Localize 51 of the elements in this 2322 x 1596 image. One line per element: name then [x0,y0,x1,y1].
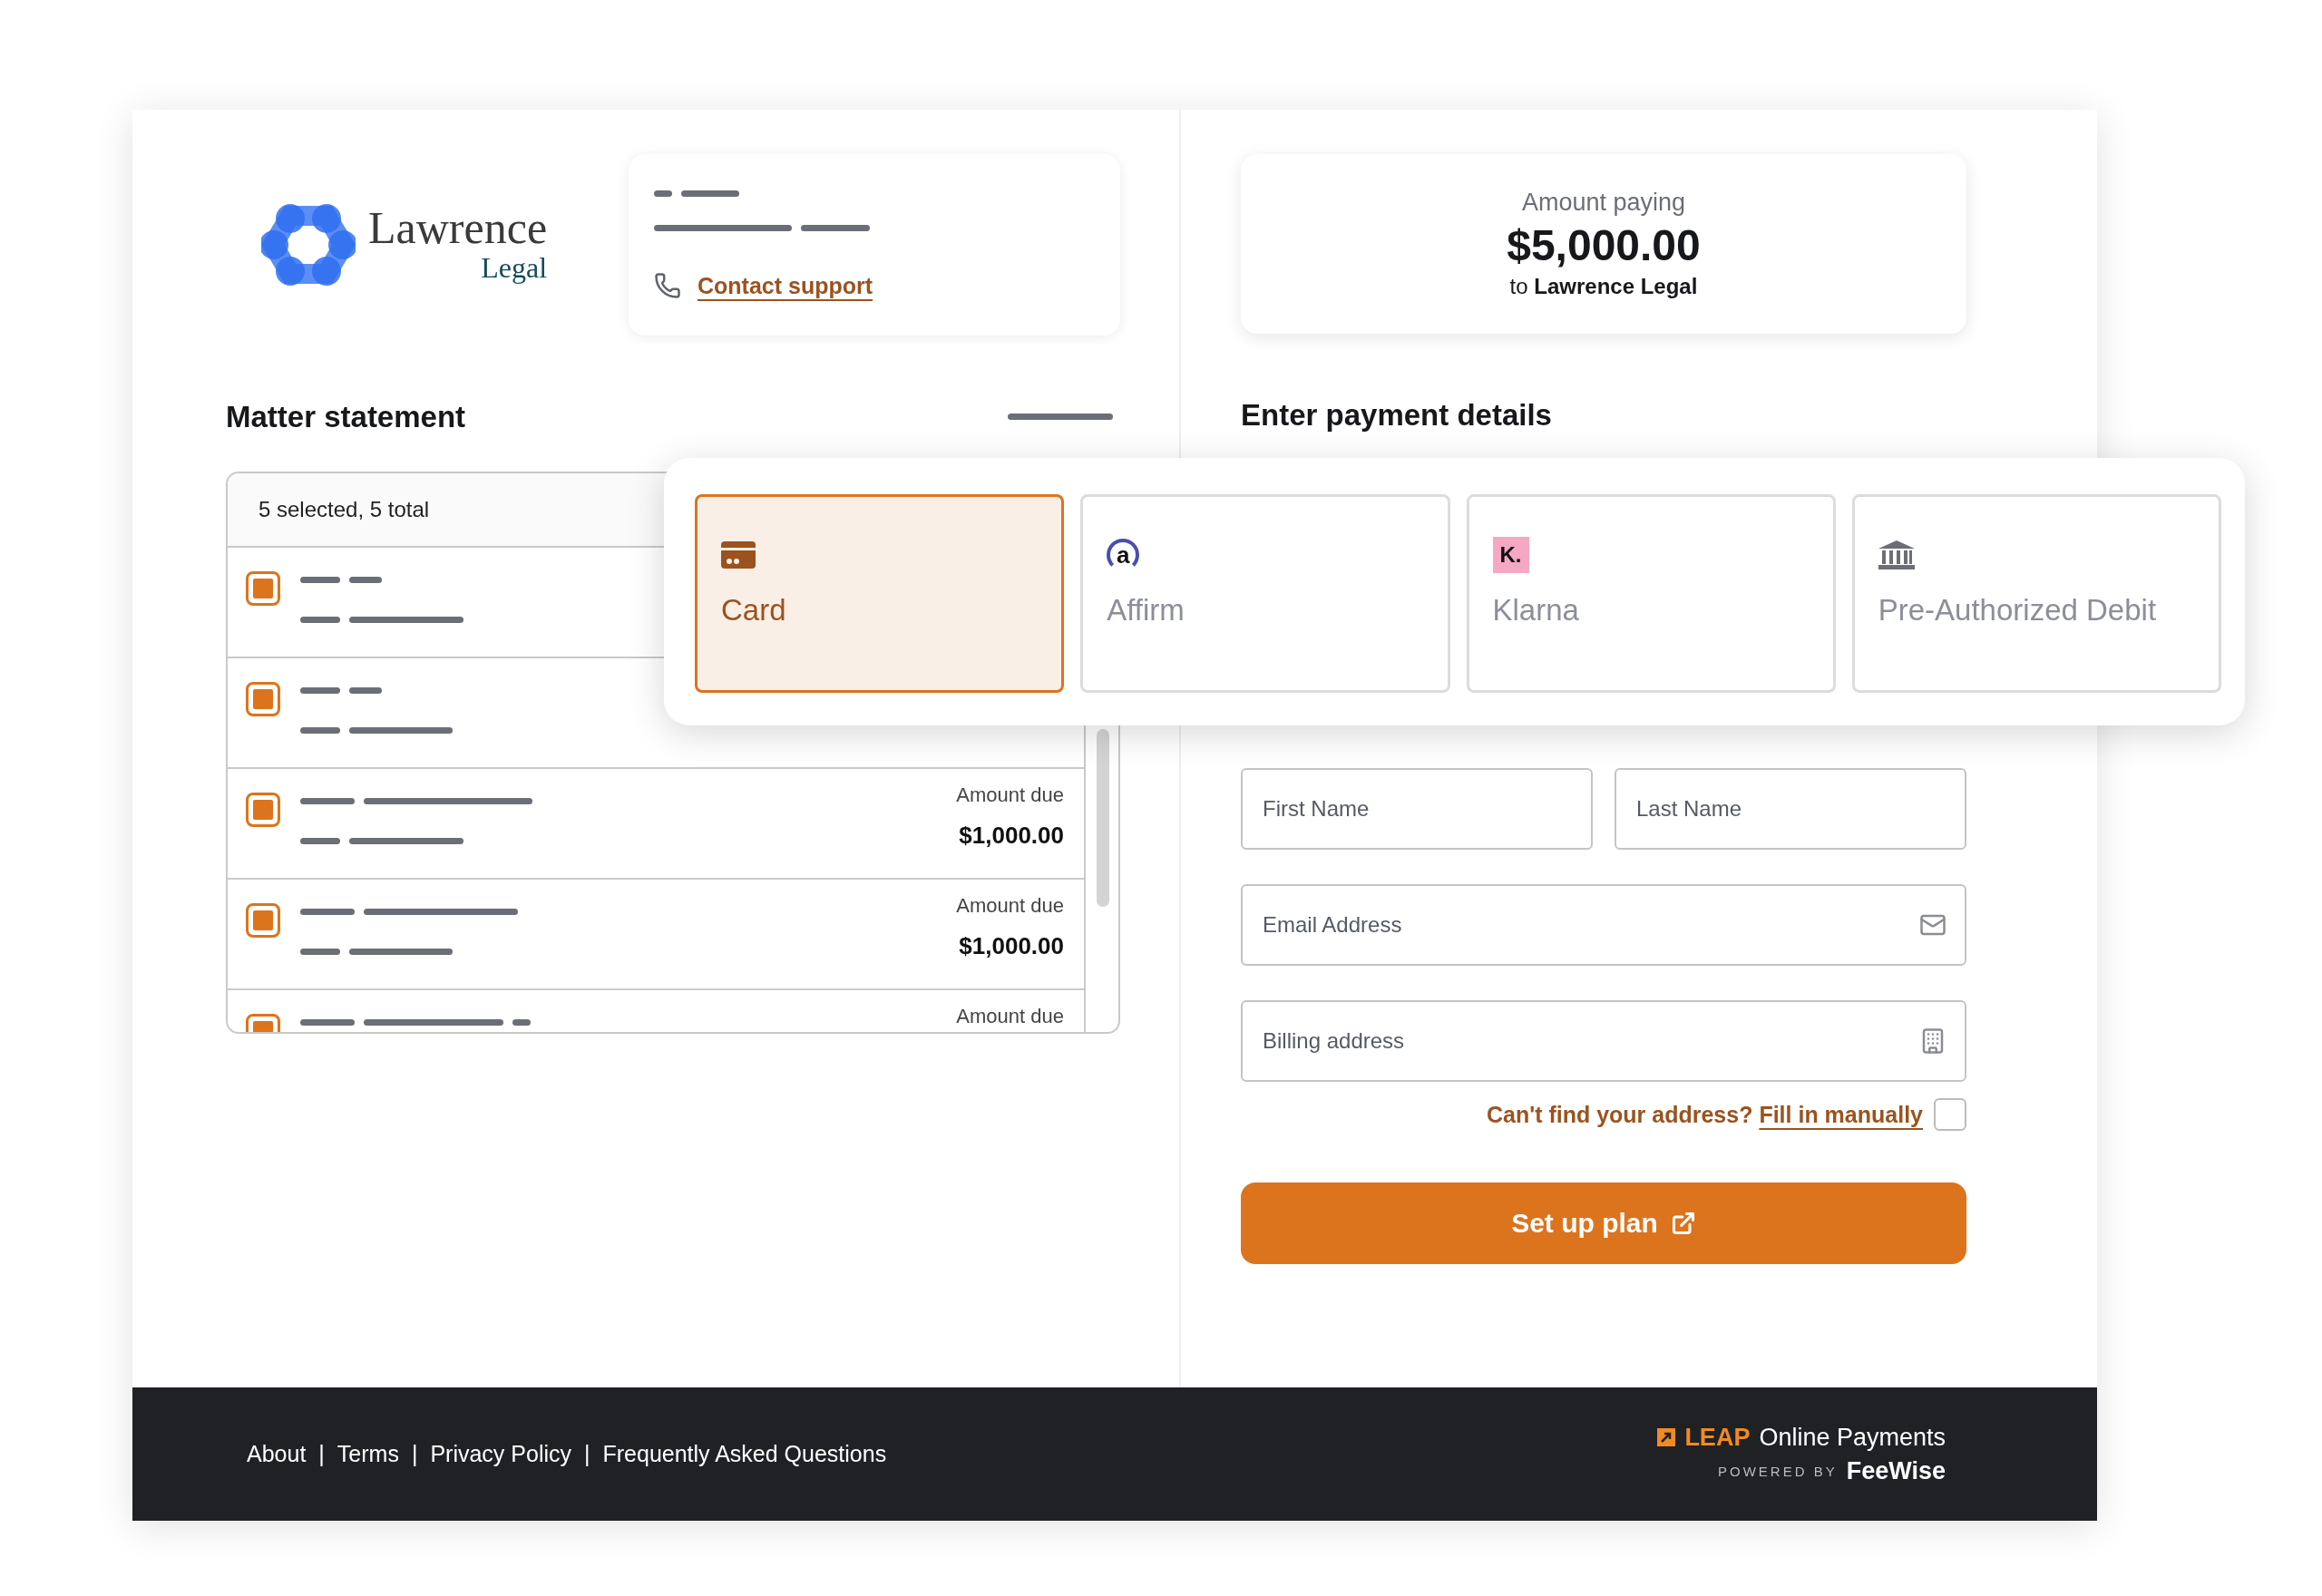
link-separator: | [411,1441,418,1467]
row-checkbox[interactable] [246,793,280,827]
input-field[interactable]: Billing address [1241,1000,1966,1082]
footer-link[interactable]: About [247,1441,307,1467]
powered-by-text: POWERED BY [1718,1463,1838,1479]
input-field[interactable]: Email Address [1241,884,1966,966]
brand-subtitle: Legal [481,249,548,286]
row-checkbox[interactable] [246,571,280,606]
external-link-icon [1670,1211,1696,1236]
payment-method-option[interactable]: K. Klarna [1466,494,1836,693]
check-fill-icon [253,910,273,930]
amount-label: Amount due [956,894,1064,918]
amount-label: Amount due [956,1005,1064,1028]
arrow-square-icon [1657,1428,1676,1446]
amount-value: $1,000.00 [959,822,1064,850]
section-heading: Matter statement [226,399,466,435]
footer-link[interactable]: Privacy Policy [430,1441,571,1467]
manual-address-checkbox[interactable] [1934,1098,1966,1131]
credit-card-icon [721,541,756,569]
amount-label: Amount due [956,783,1064,807]
logo-badge: K. [1492,537,1529,573]
contact-support-link[interactable]: Contact support [698,272,873,299]
amount-value: $1,000.00 [959,932,1064,960]
selection-summary: 5 selected, 5 total [259,497,430,522]
check-fill-icon [253,689,273,709]
payee-text: to Lawrence Legal [1509,274,1698,299]
brand-wordmark: LEAP [1684,1423,1751,1452]
footer-link[interactable]: Terms [337,1441,399,1467]
section-heading: Enter payment details [1241,397,1552,433]
manual-address-prompt: Can't find your address? Fill in manually [1486,1101,1923,1128]
fill-manually-link[interactable]: Fill in manually [1759,1101,1923,1127]
product-name: Online Payments [1759,1423,1946,1452]
input-field[interactable]: First Name [1241,768,1593,850]
amount-label: Amount paying [1521,189,1686,217]
amount-total: $5,000.00 [1507,220,1701,270]
partner-wordmark: FeeWise [1846,1456,1946,1485]
link-separator: | [584,1441,590,1467]
check-fill-icon [253,579,273,598]
row-checkbox[interactable] [246,682,280,716]
bank-icon [1878,540,1915,569]
brand-name: Lawrence [368,204,548,250]
phone-icon [654,272,681,299]
input-field[interactable]: Last Name [1615,768,1966,850]
row-checkbox[interactable] [246,903,280,938]
payment-method-option[interactable]: a Affirm [1080,494,1450,693]
link-separator: | [318,1441,325,1467]
check-fill-icon [253,800,273,820]
hexagon-logo-icon [261,202,356,287]
footer-link[interactable]: Frequently Asked Questions [602,1441,887,1467]
payment-method-option[interactable]: Card [695,494,1065,693]
scrollbar-thumb[interactable] [1097,729,1109,907]
